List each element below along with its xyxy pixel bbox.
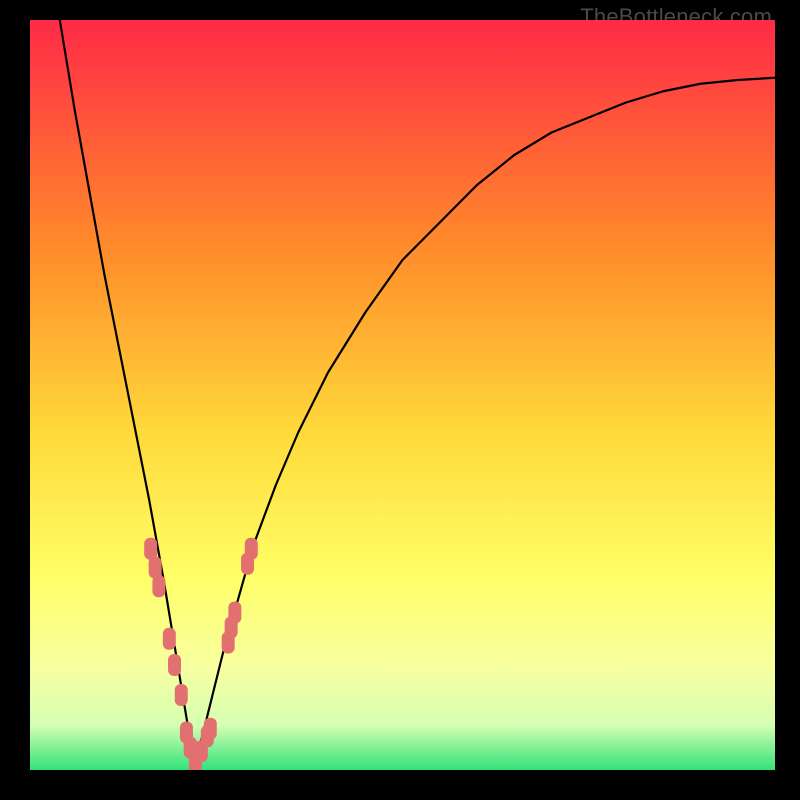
data-point xyxy=(204,718,217,740)
data-point xyxy=(245,538,258,560)
data-point xyxy=(168,654,181,676)
data-point xyxy=(149,557,162,579)
data-point xyxy=(175,684,188,706)
data-point xyxy=(152,575,165,597)
data-point xyxy=(144,538,157,560)
data-point xyxy=(228,602,241,624)
plot-area xyxy=(30,20,775,770)
chart-frame: TheBottleneck.com xyxy=(0,0,800,800)
data-point xyxy=(163,628,176,650)
chart-series-points xyxy=(30,20,775,770)
